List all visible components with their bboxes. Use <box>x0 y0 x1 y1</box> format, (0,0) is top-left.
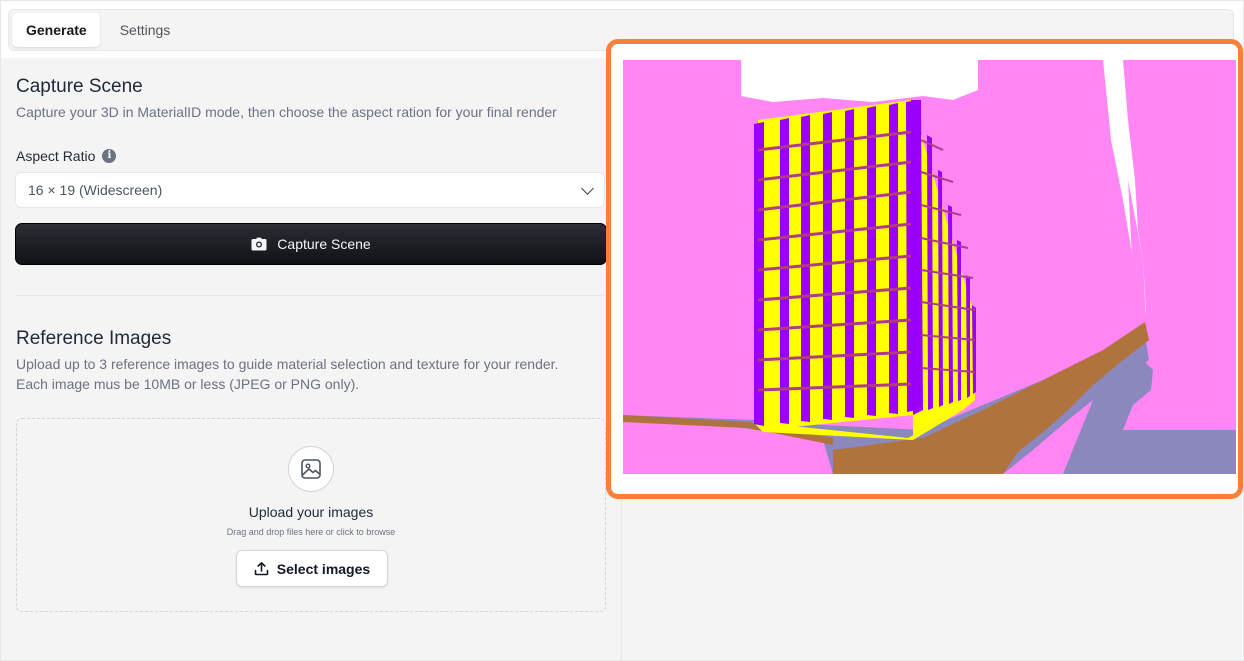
capture-scene-description: Capture your 3D in MaterialID mode, then… <box>16 104 557 120</box>
chevron-down-icon <box>581 182 594 195</box>
upload-title: Upload your images <box>248 504 374 520</box>
capture-scene-button-label: Capture Scene <box>277 236 371 252</box>
upload-icon <box>254 561 269 576</box>
image-icon <box>301 459 321 479</box>
capture-scene-button[interactable]: Capture Scene <box>15 223 607 265</box>
capture-scene-heading: Capture Scene <box>16 76 143 97</box>
tab-generate[interactable]: Generate <box>12 13 100 47</box>
reference-images-heading: Reference Images <box>16 328 172 349</box>
select-images-button[interactable]: Select images <box>236 550 388 587</box>
tab-settings[interactable]: Settings <box>102 13 188 47</box>
reference-images-description-2: Each image mus be 10MB or less (JPEG or … <box>16 376 360 392</box>
select-images-label: Select images <box>276 560 371 577</box>
material-id-render-image <box>623 60 1236 474</box>
aspect-ratio-select[interactable]: 16 × 19 (Widescreen) <box>15 172 605 208</box>
camera-icon <box>251 237 267 251</box>
info-icon[interactable]: i <box>102 149 117 163</box>
section-divider <box>16 295 621 296</box>
image-icon-wrapper <box>288 446 334 492</box>
aspect-ratio-value: 16 × 19 (Widescreen) <box>28 182 163 198</box>
reference-images-description-1: Upload up to 3 reference images to guide… <box>16 356 559 372</box>
aspect-ratio-label-text: Aspect Ratio <box>16 148 96 164</box>
upload-subtitle: Drag and drop files here or click to bro… <box>226 527 396 537</box>
left-panel: Capture Scene Capture your 3D in Materia… <box>1 58 622 660</box>
image-dropzone[interactable]: Upload your images Drag and drop files h… <box>16 418 606 612</box>
aspect-ratio-label: Aspect Ratio i <box>16 148 117 164</box>
